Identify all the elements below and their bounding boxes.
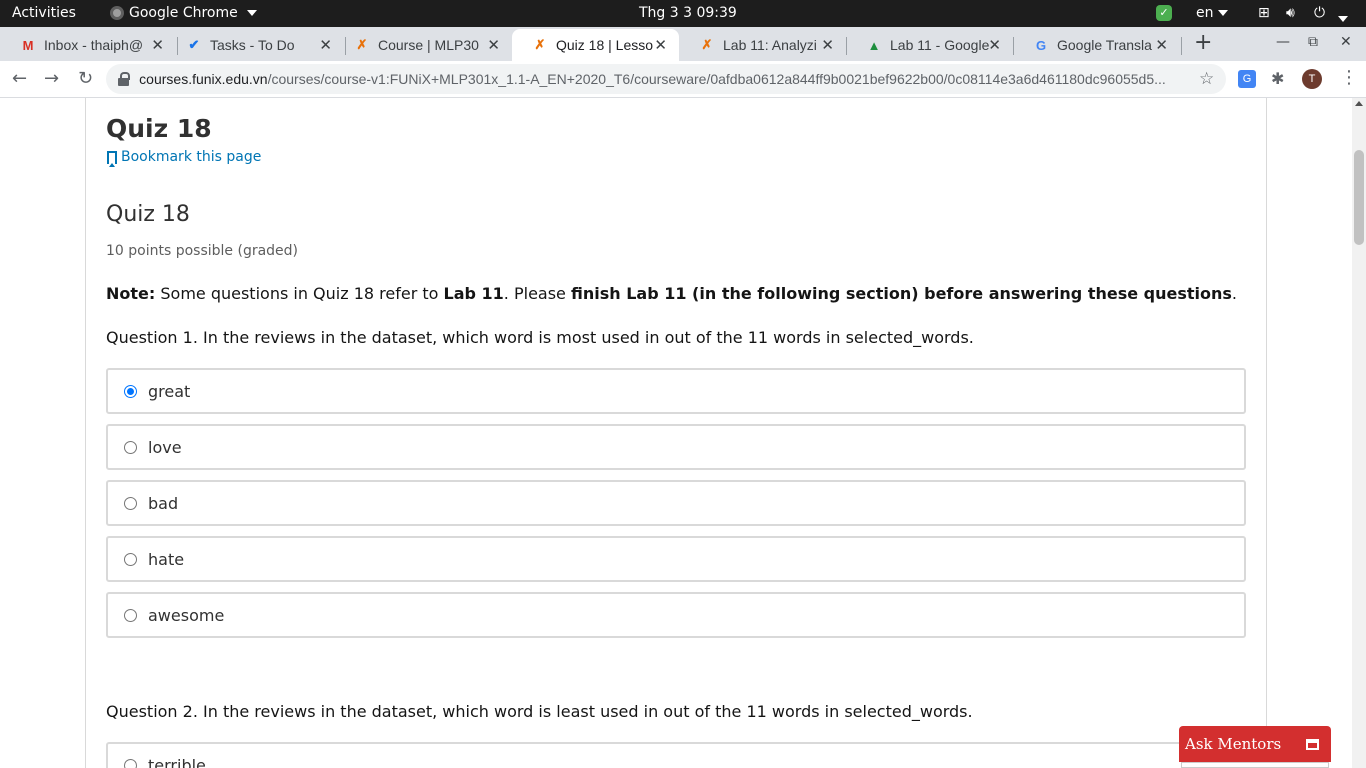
choice-label: hate bbox=[148, 549, 185, 569]
close-icon[interactable]: ✕ bbox=[988, 36, 1001, 54]
page-scrollbar[interactable] bbox=[1352, 98, 1366, 768]
system-top-bar: Activities Google Chrome Thg 3 3 09:39 ✓… bbox=[0, 0, 1366, 27]
url-path: /courses/course-v1:FUNiX+MLP301x_1.1-A_E… bbox=[267, 71, 1166, 87]
address-bar[interactable]: courses.funix.edu.vn/courses/course-v1:F… bbox=[106, 64, 1226, 94]
choice-love[interactable]: love bbox=[106, 424, 1246, 470]
gmail-icon: M bbox=[22, 37, 34, 53]
radio-button[interactable] bbox=[124, 384, 137, 398]
new-tab-button[interactable]: + bbox=[1194, 30, 1212, 55]
drive-icon: ▲ bbox=[867, 37, 881, 53]
close-icon[interactable]: ✕ bbox=[1155, 36, 1168, 54]
radio-button[interactable] bbox=[124, 552, 137, 566]
tab-title: Tasks - To Do bbox=[210, 37, 295, 53]
tab-tasks[interactable]: ✔ Tasks - To Do ✕ bbox=[166, 29, 344, 61]
ask-mentors-widget[interactable]: Ask Mentors bbox=[1179, 726, 1331, 762]
check-icon: ✔ bbox=[188, 37, 200, 52]
page-title: Quiz 18 bbox=[106, 114, 212, 143]
quiz-note: Note: Some questions in Quiz 18 refer to… bbox=[106, 284, 1237, 303]
bookmark-link[interactable]: Bookmark this page bbox=[107, 149, 262, 167]
radio-button[interactable] bbox=[124, 608, 137, 622]
minimize-icon[interactable]: — bbox=[1276, 34, 1290, 50]
more-menu-icon[interactable]: ⋮ bbox=[1340, 67, 1358, 88]
choice-hate[interactable]: hate bbox=[106, 536, 1246, 582]
note-label: Note: bbox=[106, 284, 156, 303]
radio-button[interactable] bbox=[124, 496, 137, 510]
page-viewport: Quiz 18 Bookmark this page Quiz 18 10 po… bbox=[0, 98, 1352, 768]
tab-google-translate[interactable]: G Google Transla ✕ bbox=[1013, 29, 1180, 61]
ask-mentors-body bbox=[1181, 762, 1329, 768]
bookmark-label: Bookmark this page bbox=[121, 149, 262, 165]
note-emphasis: finish Lab 11 (in the following section)… bbox=[570, 284, 1232, 303]
choice-label: terrible bbox=[148, 755, 206, 768]
language-menu[interactable]: en bbox=[1196, 5, 1228, 21]
language-label: en bbox=[1196, 5, 1214, 21]
tab-separator bbox=[1181, 37, 1182, 55]
activities-button[interactable]: Activities bbox=[12, 5, 76, 21]
question-2: Question 2. In the reviews in the datase… bbox=[106, 702, 973, 721]
choice-great[interactable]: great bbox=[106, 368, 1246, 414]
funix-icon: ✗ bbox=[356, 37, 368, 52]
reload-icon[interactable]: ↻ bbox=[78, 68, 93, 89]
extensions-puzzle-icon[interactable]: ✱ bbox=[1271, 70, 1289, 88]
funix-icon: ✗ bbox=[701, 37, 713, 52]
choice-label: great bbox=[148, 381, 191, 401]
app-menu-label: Google Chrome bbox=[129, 5, 238, 21]
tab-title: Inbox - thaiph@ bbox=[44, 37, 144, 53]
radio-button[interactable] bbox=[124, 758, 137, 768]
shield-check-icon[interactable]: ✓ bbox=[1156, 5, 1172, 21]
tab-inbox[interactable]: M Inbox - thaiph@ ✕ bbox=[0, 29, 176, 61]
funix-icon: ✗ bbox=[534, 37, 546, 52]
points-possible: 10 points possible (graded) bbox=[106, 243, 299, 259]
note-text: Some questions in Quiz 18 refer to bbox=[155, 284, 444, 303]
close-icon[interactable]: ✕ bbox=[487, 36, 500, 54]
restore-icon[interactable]: ⧉ bbox=[1308, 34, 1318, 50]
translate-extension-icon[interactable]: G bbox=[1238, 70, 1256, 88]
choice-label: bad bbox=[148, 493, 179, 513]
tab-title: Course | MLP30 bbox=[378, 37, 479, 53]
system-menu-chevron-icon[interactable] bbox=[1334, 11, 1348, 27]
network-icon[interactable]: ⊞ bbox=[1258, 5, 1270, 21]
choice-awesome[interactable]: awesome bbox=[106, 592, 1246, 638]
close-icon[interactable]: ✕ bbox=[319, 36, 332, 54]
choice-terrible[interactable]: terrible bbox=[106, 742, 1246, 768]
tab-course[interactable]: ✗ Course | MLP30 ✕ bbox=[334, 29, 512, 61]
minimize-widget-icon[interactable] bbox=[1306, 739, 1319, 750]
volume-icon[interactable]: 🔊︎ bbox=[1286, 5, 1295, 21]
close-icon[interactable]: ✕ bbox=[654, 36, 667, 54]
bookmark-icon bbox=[107, 150, 117, 167]
close-icon[interactable]: ✕ bbox=[821, 36, 834, 54]
question-1: Question 1. In the reviews in the datase… bbox=[106, 328, 974, 347]
radio-button[interactable] bbox=[124, 440, 137, 454]
forward-arrow-icon[interactable]: → bbox=[44, 68, 59, 89]
url-host: courses.funix.edu.vn bbox=[139, 71, 268, 87]
window-close-icon[interactable]: ✕ bbox=[1340, 34, 1352, 50]
choice-label: love bbox=[148, 437, 182, 457]
choice-label: awesome bbox=[148, 605, 225, 625]
tab-strip: M Inbox - thaiph@ ✕ ✔ Tasks - To Do ✕ ✗ … bbox=[0, 27, 1366, 61]
bookmark-star-icon[interactable]: ☆ bbox=[1199, 69, 1214, 89]
chrome-icon bbox=[110, 6, 124, 20]
ask-mentors-label: Ask Mentors bbox=[1185, 735, 1282, 753]
note-lab: Lab 11 bbox=[443, 284, 504, 303]
chevron-down-icon bbox=[1217, 10, 1228, 16]
scroll-up-arrow-icon[interactable] bbox=[1355, 101, 1363, 106]
note-text: . bbox=[1231, 284, 1238, 303]
app-menu[interactable]: Google Chrome bbox=[110, 5, 257, 21]
tab-quiz-18[interactable]: ✗ Quiz 18 | Lesso ✕ bbox=[512, 29, 679, 61]
back-arrow-icon[interactable]: ← bbox=[12, 68, 27, 89]
translate-icon: G bbox=[1035, 37, 1047, 53]
browser-toolbar: ← → ↻ courses.funix.edu.vn/courses/cours… bbox=[0, 61, 1366, 98]
tab-drive-lab-11[interactable]: ▲ Lab 11 - Google ✕ bbox=[846, 29, 1013, 61]
scrollbar-thumb[interactable] bbox=[1354, 150, 1364, 245]
clock[interactable]: Thg 3 3 09:39 bbox=[639, 5, 737, 21]
power-icon[interactable]: ⏻ bbox=[1314, 5, 1325, 21]
note-text: . Please bbox=[503, 284, 571, 303]
avatar[interactable]: T bbox=[1302, 69, 1322, 89]
choice-bad[interactable]: bad bbox=[106, 480, 1246, 526]
close-icon[interactable]: ✕ bbox=[151, 36, 164, 54]
chevron-down-icon bbox=[246, 10, 257, 16]
tab-lab-11[interactable]: ✗ Lab 11: Analyzi ✕ bbox=[679, 29, 846, 61]
lock-icon[interactable] bbox=[118, 72, 131, 86]
problem-title: Quiz 18 bbox=[106, 202, 190, 227]
